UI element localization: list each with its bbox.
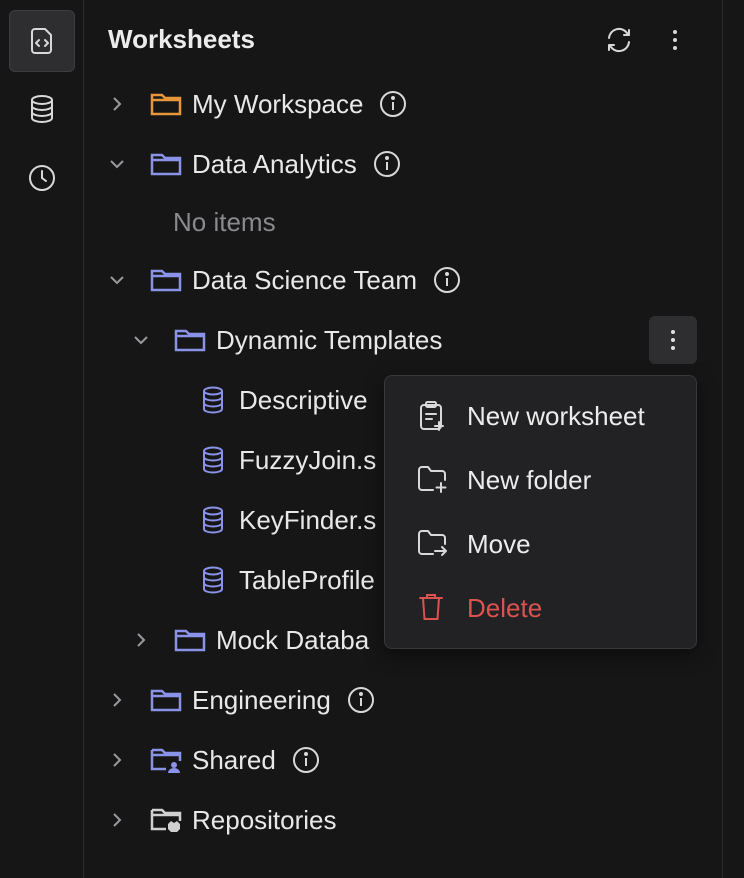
file-item[interactable]: FuzzyJoin.s bbox=[201, 440, 376, 480]
new-worksheet-icon bbox=[417, 400, 447, 439]
menu-item-delete[interactable]: Delete bbox=[385, 580, 696, 636]
repository-folder-icon bbox=[150, 806, 182, 834]
history-icon bbox=[29, 165, 55, 191]
menu-item-label: Move bbox=[467, 528, 531, 559]
rail-database-button[interactable] bbox=[9, 78, 75, 140]
panel-title: Worksheets bbox=[108, 24, 255, 54]
chevron-right-icon[interactable] bbox=[107, 94, 127, 114]
menu-item-label: New worksheet bbox=[467, 400, 645, 431]
menu-item-move[interactable]: Move bbox=[385, 516, 696, 572]
file-item[interactable]: KeyFinder.s bbox=[201, 500, 376, 540]
folder-actions-button[interactable] bbox=[649, 316, 697, 364]
worksheets-icon bbox=[31, 28, 52, 54]
folder-icon bbox=[174, 327, 206, 353]
folder-icon bbox=[150, 91, 182, 117]
kebab-icon bbox=[673, 30, 677, 50]
tree-item-data-analytics[interactable]: Data Analytics bbox=[107, 144, 401, 184]
sql-file-icon bbox=[201, 446, 225, 474]
folder-icon bbox=[174, 627, 206, 653]
chevron-down-icon[interactable] bbox=[107, 270, 127, 290]
activity-rail bbox=[0, 0, 84, 878]
chevron-down-icon[interactable] bbox=[131, 330, 151, 350]
folder-icon bbox=[150, 151, 182, 177]
tree-item-label: Data Analytics bbox=[192, 148, 357, 179]
folder-icon bbox=[150, 267, 182, 293]
tree-item-engineering[interactable]: Engineering bbox=[107, 680, 375, 720]
chevron-right-icon[interactable] bbox=[107, 810, 127, 830]
menu-item-label: Delete bbox=[467, 592, 543, 623]
menu-item-label: New folder bbox=[467, 464, 592, 495]
tree-item-label: Data Science Team bbox=[192, 264, 417, 295]
file-item[interactable]: Descriptive bbox=[201, 380, 368, 420]
refresh-icon bbox=[608, 27, 630, 53]
refresh-button[interactable] bbox=[601, 22, 637, 58]
tree-item-label: My Workspace bbox=[192, 88, 364, 119]
context-menu: New worksheet New folder Move Delete bbox=[384, 375, 697, 649]
more-options-button[interactable] bbox=[657, 22, 693, 58]
sql-file-icon bbox=[201, 566, 225, 594]
shared-folder-icon bbox=[150, 746, 182, 774]
tree-item-label: Shared bbox=[192, 744, 276, 775]
tree-item-label: Dynamic Templates bbox=[216, 324, 443, 355]
tree-item-repositories[interactable]: Repositories bbox=[107, 800, 337, 840]
tree-item-mock-database[interactable]: Mock Databa bbox=[131, 620, 369, 660]
info-icon[interactable] bbox=[292, 746, 320, 774]
file-item[interactable]: TableProfile bbox=[201, 560, 375, 600]
tree-item-shared[interactable]: Shared bbox=[107, 740, 320, 780]
tree-item-label: Engineering bbox=[192, 684, 331, 715]
file-label: KeyFinder.s bbox=[239, 504, 377, 535]
sql-file-icon bbox=[201, 386, 225, 414]
menu-item-new-folder[interactable]: New folder bbox=[385, 452, 696, 508]
file-label: Descriptive bbox=[239, 384, 368, 415]
info-icon[interactable] bbox=[379, 90, 407, 118]
panel-divider bbox=[722, 0, 723, 878]
chevron-right-icon[interactable] bbox=[107, 750, 127, 770]
chevron-right-icon[interactable] bbox=[107, 690, 127, 710]
tree-item-label: Repositories bbox=[192, 804, 337, 835]
info-icon[interactable] bbox=[433, 266, 461, 294]
sql-file-icon bbox=[201, 506, 225, 534]
rail-history-button[interactable] bbox=[9, 147, 75, 209]
menu-item-new-worksheet[interactable]: New worksheet bbox=[385, 388, 696, 444]
info-icon[interactable] bbox=[373, 150, 401, 178]
rail-worksheets-button[interactable] bbox=[9, 10, 75, 72]
info-icon[interactable] bbox=[347, 686, 375, 714]
new-folder-icon bbox=[417, 464, 449, 501]
file-label: TableProfile bbox=[239, 564, 375, 595]
tree-item-label: Mock Databa bbox=[216, 624, 370, 655]
tree-item-data-science-team[interactable]: Data Science Team bbox=[107, 260, 461, 300]
move-folder-icon bbox=[417, 528, 449, 565]
folder-icon bbox=[150, 687, 182, 713]
chevron-right-icon[interactable] bbox=[131, 630, 151, 650]
chevron-down-icon[interactable] bbox=[107, 154, 127, 174]
file-label: FuzzyJoin.s bbox=[239, 444, 377, 475]
database-icon bbox=[31, 95, 53, 124]
tree-item-my-workspace[interactable]: My Workspace bbox=[107, 84, 407, 124]
tree-item-dynamic-templates[interactable]: Dynamic Templates bbox=[131, 320, 442, 360]
kebab-icon bbox=[671, 330, 675, 350]
trash-icon bbox=[417, 592, 445, 629]
empty-folder-text: No items bbox=[173, 206, 276, 237]
